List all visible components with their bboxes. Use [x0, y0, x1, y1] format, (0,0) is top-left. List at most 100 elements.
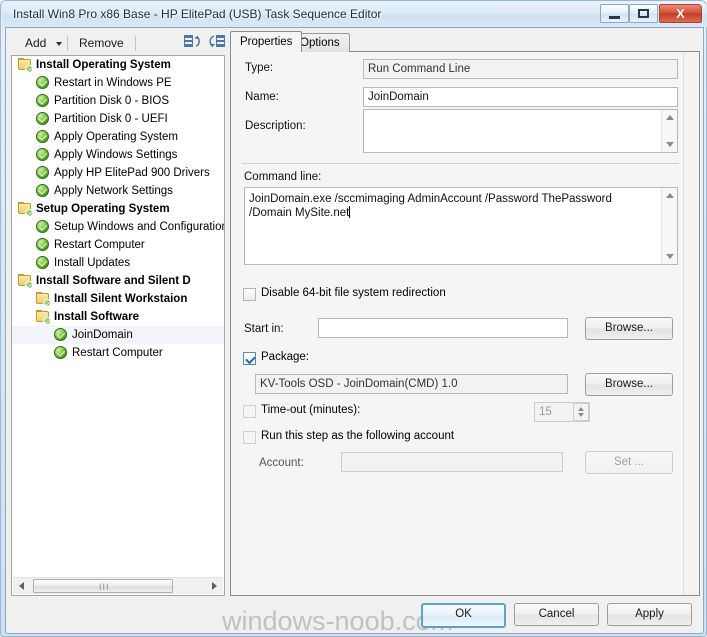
tree-item[interactable]: Apply Windows Settings: [12, 146, 224, 164]
tree-item[interactable]: Install Operating System: [12, 56, 224, 74]
run-as-account-label[interactable]: Run this step as the following account: [261, 430, 454, 442]
remove-button[interactable]: Remove: [73, 33, 130, 53]
scroll-up-icon[interactable]: [665, 193, 674, 198]
checkmark-icon: [245, 353, 256, 364]
command-line-value: JoinDomain.exe /sccmimaging AdminAccount…: [249, 193, 612, 219]
folder-checked-icon: [36, 292, 51, 307]
start-in-label: Start in:: [244, 323, 284, 335]
description-label: Description:: [245, 120, 306, 132]
scroll-down-icon[interactable]: [665, 254, 674, 259]
browse-start-in-button[interactable]: Browse...: [585, 317, 673, 340]
move-down-icon[interactable]: [207, 34, 227, 52]
green-check-icon: [36, 112, 50, 126]
description-scrollbar[interactable]: [661, 110, 677, 152]
green-check-icon: [36, 184, 50, 198]
section-divider: [242, 163, 679, 164]
tree-scroll-area: Install Operating System Restart in Windo…: [12, 56, 224, 578]
tree-item[interactable]: Install Updates: [12, 254, 224, 272]
green-check-icon: [36, 76, 50, 90]
tree-item[interactable]: Partition Disk 0 - BIOS: [12, 92, 224, 110]
tree-item[interactable]: JoinDomain: [12, 326, 224, 344]
tree-item[interactable]: Setup Windows and Configuration: [12, 218, 224, 236]
tree-item[interactable]: Install Software and Silent D: [12, 272, 224, 290]
tree-item-label: Install Silent Workstaion: [54, 293, 188, 305]
account-input: [341, 452, 563, 472]
move-up-icon[interactable]: [183, 34, 203, 52]
title-bar[interactable]: Install Win8 Pro x86 Base - HP ElitePad …: [2, 2, 707, 27]
tree-item-label: Install Updates: [54, 257, 131, 269]
command-line-input[interactable]: JoinDomain.exe /sccmimaging AdminAccount…: [244, 187, 678, 265]
tree-item[interactable]: Install Silent Workstaion: [12, 290, 224, 308]
maximize-icon: [630, 5, 657, 22]
disable-redirection-label[interactable]: Disable 64-bit file system redirection: [261, 287, 446, 299]
start-in-input[interactable]: [318, 318, 568, 338]
tree-item-label: Apply HP ElitePad 900 Drivers: [54, 167, 210, 179]
command-line-scrollbar[interactable]: [661, 188, 677, 264]
timeout-label[interactable]: Time-out (minutes):: [261, 404, 360, 416]
tree-item[interactable]: Restart Computer: [12, 236, 224, 254]
chevron-down-icon[interactable]: [56, 42, 62, 46]
type-label: Type:: [245, 62, 274, 74]
green-check-icon: [54, 346, 68, 360]
tree-item[interactable]: Restart in Windows PE: [12, 74, 224, 92]
green-check-icon: [36, 130, 50, 144]
browse-package-button[interactable]: Browse...: [585, 373, 673, 396]
ok-button[interactable]: OK: [421, 603, 506, 628]
set-account-button: Set ...: [585, 451, 673, 474]
run-as-account-checkbox[interactable]: [243, 431, 256, 444]
folder-checked-icon: [18, 58, 33, 73]
package-checkbox[interactable]: [243, 352, 256, 365]
tree-item[interactable]: Apply HP ElitePad 900 Drivers: [12, 164, 224, 182]
tree-item-label: Apply Network Settings: [54, 185, 173, 197]
text-caret: [349, 206, 351, 218]
tree-item[interactable]: Install Software: [12, 308, 224, 326]
stepper-down-icon[interactable]: [578, 413, 584, 417]
cancel-button[interactable]: Cancel: [514, 603, 599, 626]
tree-item-label: Setup Windows and Configuration: [54, 221, 224, 233]
tree-item-label: Apply Operating System: [54, 131, 179, 143]
scrollbar-thumb[interactable]: III: [33, 579, 173, 593]
folder-checked-icon: [18, 274, 33, 289]
tree-item[interactable]: Apply Network Settings: [12, 182, 224, 200]
tree-item-label: Restart Computer: [72, 347, 163, 359]
stepper-up-icon[interactable]: [578, 407, 584, 411]
command-line-label: Command line:: [244, 171, 322, 183]
green-check-icon: [36, 220, 50, 234]
apply-button[interactable]: Apply: [607, 603, 692, 626]
tree-toolbar: Add Remove: [11, 31, 225, 55]
task-sequence-tree[interactable]: Install Operating System Restart in Windo…: [11, 55, 225, 596]
tree-item[interactable]: Partition Disk 0 - UEFI: [12, 110, 224, 128]
maximize-button[interactable]: [629, 4, 658, 23]
tree-item-label: Install Operating System: [36, 59, 171, 71]
green-check-icon: [36, 94, 50, 108]
tree-item[interactable]: Apply Operating System: [12, 128, 224, 146]
arrow-right-icon[interactable]: [206, 578, 223, 594]
green-check-icon: [36, 148, 50, 162]
minimize-button[interactable]: [600, 4, 629, 23]
tab-properties[interactable]: Properties: [230, 31, 303, 52]
folder-checked-icon: [36, 310, 51, 325]
tree-item-label: Install Software and Silent D: [36, 275, 191, 287]
name-input[interactable]: [363, 87, 678, 107]
tree-item-label: Restart Computer: [54, 239, 145, 251]
add-button[interactable]: Add: [19, 33, 52, 53]
tree-item[interactable]: Setup Operating System: [12, 200, 224, 218]
tree-horizontal-scrollbar[interactable]: III: [13, 577, 223, 594]
tree-item-label: Partition Disk 0 - BIOS: [54, 95, 170, 107]
scroll-up-icon[interactable]: [665, 115, 674, 120]
timeout-stepper[interactable]: [573, 403, 589, 421]
toolbar-separator: [67, 36, 68, 51]
tree-item[interactable]: Restart Computer: [12, 344, 224, 362]
tree-item-label: JoinDomain: [72, 329, 133, 341]
timeout-checkbox[interactable]: [243, 405, 256, 418]
package-label[interactable]: Package:: [261, 351, 309, 363]
green-check-icon: [36, 166, 50, 180]
properties-vertical-scrollbar[interactable]: [683, 52, 699, 595]
close-button[interactable]: X: [659, 4, 702, 23]
toolbar-separator: [135, 36, 136, 51]
close-icon: X: [676, 6, 685, 21]
description-input[interactable]: [363, 109, 678, 153]
disable-redirection-checkbox[interactable]: [243, 288, 256, 301]
arrow-left-icon[interactable]: [13, 578, 30, 594]
scroll-down-icon[interactable]: [665, 142, 674, 147]
